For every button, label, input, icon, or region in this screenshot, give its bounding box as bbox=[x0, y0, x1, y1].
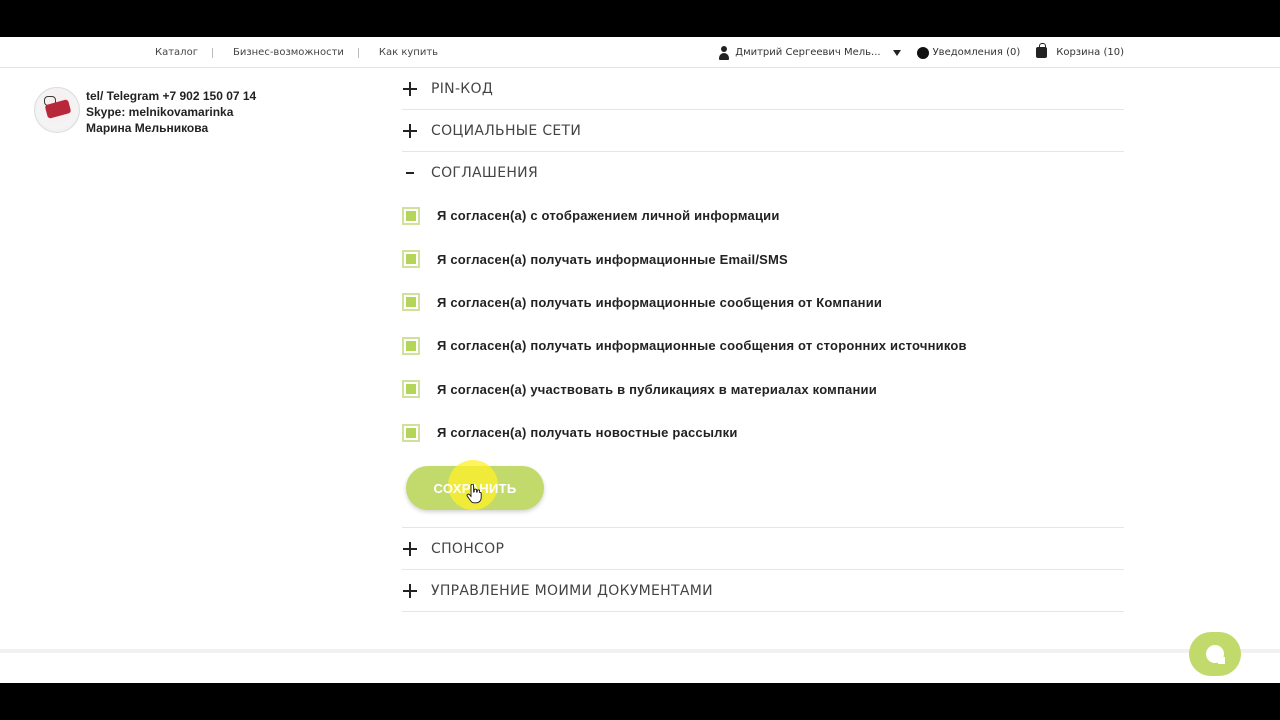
agreement-checkbox[interactable] bbox=[402, 380, 420, 399]
contact-name: Марина Мельникова bbox=[86, 121, 209, 135]
caret-down-icon[interactable] bbox=[892, 49, 901, 56]
section-documents[interactable]: УПРАВЛЕНИЕ МОИМИ ДОКУМЕНТАМИ bbox=[402, 570, 1124, 613]
agreement-email-sms[interactable]: Я согласен(а) получать информационные Em… bbox=[402, 237, 1124, 280]
chat-button[interactable] bbox=[1189, 632, 1241, 676]
letterbox-bottom bbox=[0, 683, 1280, 720]
plus-icon[interactable] bbox=[403, 123, 417, 138]
agreement-checkbox[interactable] bbox=[402, 293, 420, 312]
section-title: PIN-КОД bbox=[431, 80, 494, 97]
agreement-publications[interactable]: Я согласен(а) участвовать в публикациях … bbox=[402, 368, 1124, 411]
top-navigation: Каталог Бизнес-возможности Как купить Дм… bbox=[0, 37, 1280, 68]
user-dropdown[interactable]: Дмитрий Сергеевич Мель... bbox=[718, 45, 901, 60]
nav-divider bbox=[211, 47, 213, 58]
shopping-bag-icon bbox=[1036, 43, 1048, 58]
contact-phone: tel/ Telegram +7 902 150 07 14 bbox=[86, 89, 257, 103]
cart-label: Корзина (10) bbox=[1056, 47, 1124, 58]
agreement-personal-info[interactable]: Я согласен(а) с отображением личной инфо… bbox=[402, 194, 1124, 237]
plus-icon[interactable] bbox=[403, 541, 417, 556]
user-menu: Дмитрий Сергеевич Мель... Уведомления (0… bbox=[718, 37, 1124, 68]
nav-link-how-to-buy[interactable]: Как купить bbox=[379, 47, 438, 58]
agreements-list: Я согласен(а) с отображением личной инфо… bbox=[402, 194, 1124, 454]
plus-icon[interactable] bbox=[403, 81, 417, 96]
agreement-label: Я согласен(а) получать информационные со… bbox=[437, 294, 883, 310]
agreement-label: Я согласен(а) получать новостные рассылк… bbox=[437, 425, 738, 441]
agreement-newsletter[interactable]: Я согласен(а) получать новостные рассылк… bbox=[402, 411, 1124, 454]
contact-skype: Skype: melnikovamarinka bbox=[86, 105, 234, 119]
save-area: СОХРАНИТЬ bbox=[402, 454, 1124, 529]
section-social-networks[interactable]: СОЦИАЛЬНЫЕ СЕТИ bbox=[402, 110, 1124, 152]
nav-link-business[interactable]: Бизнес-возможности bbox=[233, 47, 344, 58]
user-icon bbox=[718, 45, 730, 60]
consultant-logo bbox=[34, 87, 80, 133]
contact-details: tel/ Telegram +7 902 150 07 14 Skype: me… bbox=[86, 88, 256, 136]
page: Каталог Бизнес-возможности Как купить Дм… bbox=[0, 37, 1280, 683]
agreement-label: Я согласен(а) получать информационные Em… bbox=[437, 251, 788, 267]
profile-accordion: PIN-КОД СОЦИАЛЬНЫЕ СЕТИ СОГЛАШЕНИЯ Я сог… bbox=[402, 68, 1124, 613]
chat-icon bbox=[1206, 645, 1225, 664]
notifications-label: Уведомления (0) bbox=[932, 47, 1021, 58]
letterbox-top bbox=[0, 0, 1280, 37]
agreement-label: Я согласен(а) получать информационные со… bbox=[437, 338, 967, 354]
agreement-checkbox[interactable] bbox=[402, 336, 420, 355]
hand-pointer-icon bbox=[466, 484, 482, 504]
agreement-label: Я согласен(а) с отображением личной инфо… bbox=[437, 208, 780, 224]
notifications-link[interactable]: Уведомления (0) bbox=[916, 46, 1021, 59]
footer-divider bbox=[0, 649, 1280, 683]
cart-link[interactable]: Корзина (10) bbox=[1036, 43, 1124, 58]
bell-icon bbox=[916, 46, 929, 59]
user-name: Дмитрий Сергеевич Мель... bbox=[735, 47, 881, 58]
section-title: СОГЛАШЕНИЯ bbox=[431, 165, 538, 181]
agreement-checkbox[interactable] bbox=[402, 423, 420, 442]
section-title: УПРАВЛЕНИЕ МОИМИ ДОКУМЕНТАМИ bbox=[431, 582, 713, 599]
plus-icon[interactable] bbox=[403, 583, 417, 598]
section-sponsor[interactable]: СПОНСОР bbox=[402, 528, 1124, 571]
consultant-contact: tel/ Telegram +7 902 150 07 14 Skype: me… bbox=[34, 87, 274, 139]
minus-icon[interactable] bbox=[403, 166, 417, 180]
agreement-company-messages[interactable]: Я согласен(а) получать информационные со… bbox=[402, 281, 1124, 324]
section-agreements[interactable]: СОГЛАШЕНИЯ bbox=[402, 152, 1124, 194]
nav-divider bbox=[357, 47, 359, 58]
agreement-checkbox[interactable] bbox=[402, 250, 420, 269]
section-title: СОЦИАЛЬНЫЕ СЕТИ bbox=[431, 122, 582, 139]
agreement-third-party-messages[interactable]: Я согласен(а) получать информационные со… bbox=[402, 324, 1124, 367]
section-pin-code[interactable]: PIN-КОД bbox=[402, 68, 1124, 110]
agreement-label: Я согласен(а) участвовать в публикациях … bbox=[437, 381, 877, 397]
section-title: СПОНСОР bbox=[431, 540, 505, 557]
nav-link-catalog[interactable]: Каталог bbox=[155, 47, 198, 58]
agreement-checkbox[interactable] bbox=[402, 206, 420, 225]
main-menu: Каталог Бизнес-возможности Как купить bbox=[155, 37, 438, 68]
